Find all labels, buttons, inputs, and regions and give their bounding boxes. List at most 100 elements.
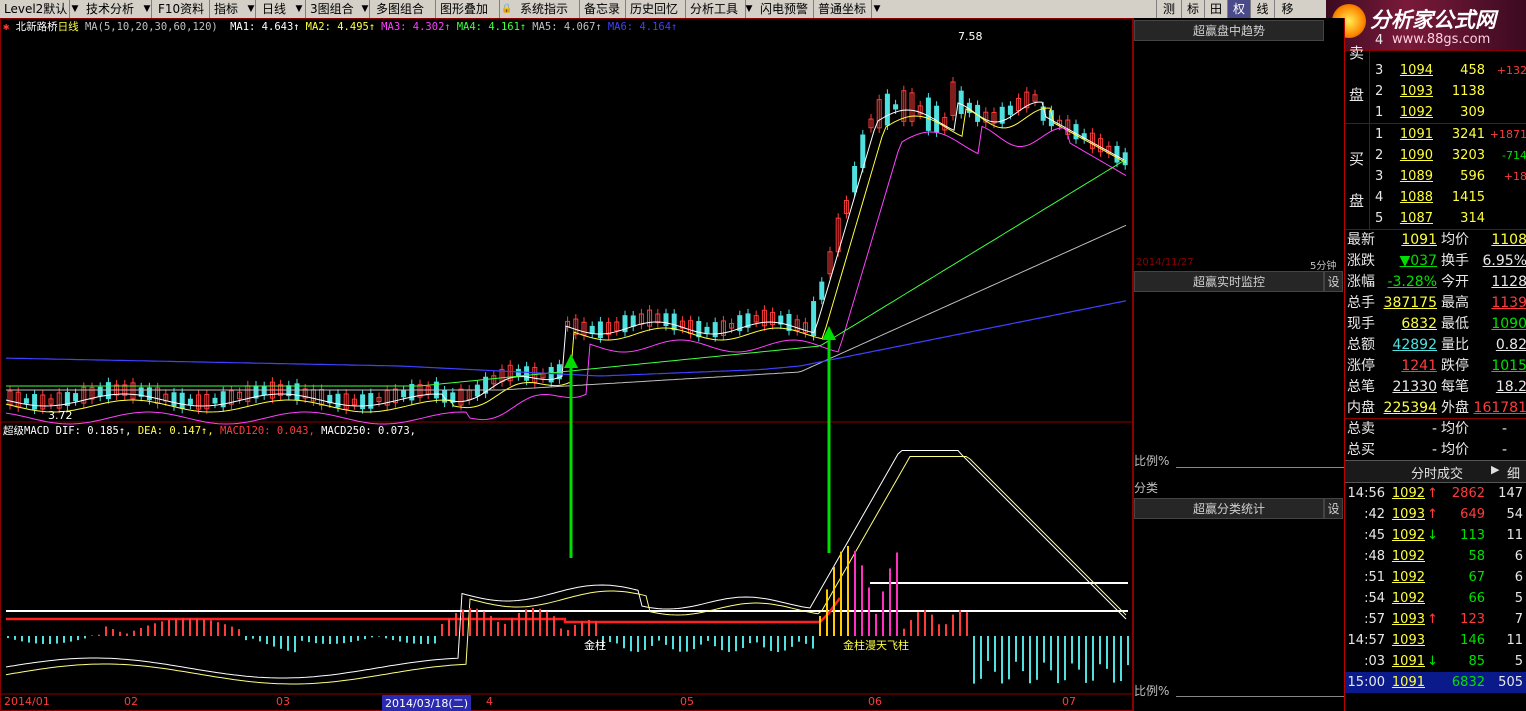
- chevron-down-icon[interactable]: ▼: [68, 1, 82, 17]
- orderbook-row[interactable]: 5 1087 314: [1345, 208, 1526, 229]
- quote-label: 每笔: [1441, 379, 1469, 395]
- stock-chart[interactable]: ✱ 北新路桥日线 MA(5,10,20,30,60,120) MA1: 4.64…: [0, 18, 1133, 711]
- tick-count: 11: [1506, 528, 1523, 543]
- lock-icon[interactable]: 🔒: [500, 1, 514, 17]
- level: 4: [1375, 190, 1384, 205]
- quote-value: -3.28%: [1387, 274, 1437, 290]
- quote-row: 内盘 225394 外盘 161781: [1345, 398, 1526, 419]
- totals-label: 总买: [1347, 442, 1375, 458]
- price: 1089: [1399, 169, 1433, 184]
- totals-value: -: [1431, 442, 1437, 458]
- tick-price: 1093: [1391, 612, 1425, 627]
- candle-body: [105, 382, 111, 400]
- ma-value-6: MA6: 4.164↑: [607, 21, 678, 33]
- quote-value: 6.95%: [1482, 253, 1526, 269]
- tick-row: 15:00 1091 6832 505: [1345, 672, 1526, 693]
- quote-panel: 盘 卖 买 盘 4 3 1094 458 +132 2 1093 1138 1 1092 309 1 1…: [1344, 18, 1526, 711]
- menu-history[interactable]: 历史回忆: [626, 0, 686, 18]
- tick-volume: 6832: [1451, 675, 1485, 690]
- level: 3: [1375, 169, 1384, 184]
- menu-overlay[interactable]: 图形叠加: [436, 0, 500, 18]
- menu-level2-default[interactable]: Level2默认: [0, 0, 70, 18]
- tick-count: 11: [1506, 633, 1523, 648]
- tick-volume: 649: [1460, 507, 1485, 522]
- quote-row: 总笔 21330 每笔 18.2: [1345, 377, 1526, 398]
- menu-system-indicator[interactable]: 系统指示: [516, 0, 580, 18]
- settings-button[interactable]: 设: [1324, 271, 1343, 292]
- candle-body: [630, 315, 636, 327]
- tick-time: :54: [1364, 591, 1385, 606]
- candle-body: [360, 394, 366, 410]
- ratio-axis-2: [1176, 696, 1344, 697]
- tool-line[interactable]: 线: [1250, 0, 1274, 18]
- volume: 1138: [1451, 84, 1485, 99]
- volume: 314: [1460, 211, 1485, 226]
- tick-volume: 2862: [1451, 486, 1485, 501]
- tick-price: 1092: [1391, 549, 1425, 564]
- totals-value: -: [1501, 442, 1507, 458]
- quote-value: 1241: [1401, 358, 1437, 374]
- tool-move[interactable]: 移: [1274, 0, 1300, 18]
- chevron-down-icon[interactable]: ▼: [244, 1, 258, 17]
- quote-value: 18.2: [1495, 379, 1526, 395]
- panel-interval[interactable]: 5分钟: [1310, 257, 1336, 272]
- candle-body: [589, 325, 595, 334]
- panel-intraday-trend[interactable]: 超赢盘中趋势: [1134, 20, 1324, 41]
- detail-button[interactable]: 细: [1507, 463, 1520, 482]
- orderbook-row[interactable]: 2 1090 3203 -714: [1345, 145, 1526, 166]
- volume: 596: [1460, 169, 1485, 184]
- chevron-down-icon[interactable]: ▼: [742, 1, 756, 17]
- chevron-down-icon[interactable]: ▼: [358, 1, 372, 17]
- candle-body: [187, 398, 193, 405]
- chevron-down-icon[interactable]: ▼: [292, 1, 306, 17]
- menu-multi-chart-combo[interactable]: 多图组合: [372, 0, 436, 18]
- orderbook-row[interactable]: 4: [1345, 30, 1526, 51]
- menu-flash-alert[interactable]: 闪电预警: [756, 0, 814, 18]
- quote-label: 总笔: [1347, 379, 1375, 395]
- orderbook-row[interactable]: 3 1089 596 +18: [1345, 166, 1526, 187]
- quote-label: 现手: [1347, 316, 1375, 332]
- totals-value: -: [1501, 421, 1507, 437]
- tick-time: 14:57: [1347, 633, 1385, 648]
- ma-value-3: MA3: 4.302↑: [381, 21, 451, 33]
- orderbook-row[interactable]: 1 1091 3241 +1871: [1345, 124, 1526, 145]
- orderbook-row[interactable]: 3 1094 458 +132: [1345, 60, 1526, 81]
- dif-line: [5, 450, 1127, 679]
- orderbook-row[interactable]: 2 1093 1138: [1345, 81, 1526, 102]
- tick-price: 1091: [1391, 654, 1425, 669]
- macd-120: MACD120: 0.043,: [220, 425, 315, 437]
- orderbook-row[interactable]: 1 1092 309: [1345, 102, 1526, 123]
- tick-volume: 85: [1468, 654, 1485, 669]
- tick-count: 54: [1506, 507, 1523, 522]
- panel-date: 2014/11/27: [1136, 257, 1194, 268]
- menu-f10[interactable]: F10资料: [154, 0, 210, 18]
- candle-body: [171, 392, 177, 407]
- tool-mark[interactable]: 标: [1181, 0, 1204, 18]
- dea-line: [5, 456, 1127, 685]
- tool-measure[interactable]: 测: [1156, 0, 1181, 18]
- chevron-down-icon[interactable]: ▼: [870, 1, 884, 17]
- panel-category-stats[interactable]: 超赢分类统计: [1134, 498, 1324, 519]
- macd-legend: 超级MACD DIF: 0.185↑, DEA: 0.147↑, MACD120…: [3, 423, 416, 438]
- settings-button[interactable]: 设: [1324, 498, 1343, 519]
- tick-row: :42 1093 ↑ 649 54: [1345, 504, 1526, 525]
- tick-count: 5: [1514, 591, 1523, 606]
- menu-analysis-tools[interactable]: 分析工具: [686, 0, 746, 18]
- play-icon[interactable]: ▶: [1491, 463, 1499, 476]
- menu-memo[interactable]: 备忘录: [580, 0, 626, 18]
- chevron-down-icon[interactable]: ▼: [140, 1, 154, 17]
- candle-body: [23, 398, 29, 404]
- tool-rights[interactable]: 权: [1227, 0, 1250, 18]
- ratio-label: 比例%: [1134, 454, 1170, 468]
- tool-grid[interactable]: 田: [1204, 0, 1227, 18]
- change: +132: [1496, 64, 1526, 77]
- level: 5: [1375, 211, 1384, 226]
- panel-realtime-monitor[interactable]: 超赢实时监控: [1134, 271, 1324, 292]
- candle-body: [712, 322, 718, 338]
- orderbook-row[interactable]: 4 1088 1415: [1345, 187, 1526, 208]
- price: 1091: [1399, 127, 1433, 142]
- date-label: 2014/01: [4, 695, 50, 708]
- menu-normal-coords[interactable]: 普通坐标: [814, 0, 872, 18]
- totals-row: 总卖 - 均价 -: [1345, 419, 1526, 440]
- tick-price: 1093: [1391, 507, 1425, 522]
